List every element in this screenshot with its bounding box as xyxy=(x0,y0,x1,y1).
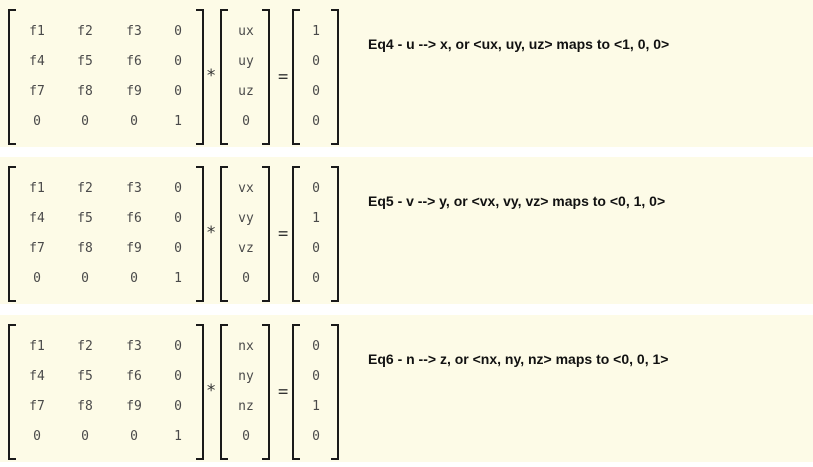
matrix-cell: f4 xyxy=(29,54,45,69)
input-vector: ux uy uz 0 xyxy=(220,9,270,145)
vector-cell: uy xyxy=(238,54,254,69)
matrix-cell: 0 xyxy=(174,369,182,384)
vector-cell: 0 xyxy=(242,429,250,444)
matrix-cell: f2 xyxy=(77,24,93,39)
matrix-cell: 0 xyxy=(130,429,138,444)
matrix-cell: f7 xyxy=(29,84,45,99)
matrix-cell: f3 xyxy=(126,339,142,354)
input-vector: vx vy vz 0 xyxy=(220,166,270,302)
matrix-cell: 0 xyxy=(81,429,89,444)
matrix-cell: 0 xyxy=(130,271,138,286)
equals-operator: = xyxy=(278,67,289,87)
matrix-cell: 0 xyxy=(174,339,182,354)
vector-cell: ny xyxy=(238,369,254,384)
matrix-cell: f2 xyxy=(77,339,93,354)
matrix-cell: f1 xyxy=(29,24,45,39)
vector-cell: 1 xyxy=(312,24,320,39)
matrix-cell: 1 xyxy=(174,114,182,129)
matrix-cell: f2 xyxy=(77,181,93,196)
vector-cell: nx xyxy=(238,339,254,354)
vector-cell: 0 xyxy=(242,271,250,286)
vector-cell: 1 xyxy=(312,399,320,414)
matrix-cell: f9 xyxy=(126,241,142,256)
matrix-cell: 0 xyxy=(174,399,182,414)
vector-cell: 0 xyxy=(312,339,320,354)
matrix-cell: 0 xyxy=(174,24,182,39)
matrix-cell: 0 xyxy=(174,54,182,69)
equation-label: Eq4 - u --> x, or <ux, uy, uz> maps to <… xyxy=(368,36,670,52)
matrix-cell: f9 xyxy=(126,84,142,99)
vector-cell: 1 xyxy=(312,211,320,226)
matrix-cell: 1 xyxy=(174,429,182,444)
result-vector: 0 1 0 0 xyxy=(292,166,339,302)
matrix-cell: 0 xyxy=(130,114,138,129)
matrix-cell: f1 xyxy=(29,181,45,196)
vector-cell: 0 xyxy=(312,369,320,384)
matrix-cell: 0 xyxy=(81,114,89,129)
vector-cell: 0 xyxy=(312,84,320,99)
multiply-operator: * xyxy=(206,223,217,243)
multiply-operator: * xyxy=(206,381,217,401)
matrix-cell: f6 xyxy=(126,54,142,69)
left-bracket xyxy=(8,9,16,145)
vector-cell: vx xyxy=(238,181,254,196)
matrix-cell: f6 xyxy=(126,211,142,226)
result-vector: 1 0 0 0 xyxy=(292,9,339,145)
transform-matrix: f1 f2 f3 0 f4 f5 f6 0 f7 f8 f9 0 0 0 0 1 xyxy=(8,166,204,302)
vector-cell: 0 xyxy=(242,114,250,129)
equation-label: Eq6 - n --> z, or <nx, ny, nz> maps to <… xyxy=(368,351,669,367)
matrix-cell: 0 xyxy=(174,181,182,196)
equation-label: Eq5 - v --> y, or <vx, vy, vz> maps to <… xyxy=(368,193,666,209)
vector-cell: 0 xyxy=(312,181,320,196)
matrix-cell: f1 xyxy=(29,339,45,354)
vector-cell: vy xyxy=(238,211,254,226)
matrix-cell: f5 xyxy=(77,54,93,69)
matrix-cell: f8 xyxy=(77,399,93,414)
matrix-cell: f7 xyxy=(29,241,45,256)
equation-panel: f1 f2 f3 0 f4 f5 f6 0 f7 f8 f9 0 0 0 0 1… xyxy=(0,157,813,304)
equation-panel: f1 f2 f3 0 f4 f5 f6 0 f7 f8 f9 0 0 0 0 1… xyxy=(0,0,813,147)
vector-cell: uz xyxy=(238,84,254,99)
input-vector: nx ny nz 0 xyxy=(220,324,270,460)
matrix-cell: 0 xyxy=(33,429,41,444)
vector-cell: 0 xyxy=(312,241,320,256)
vector-cell: 0 xyxy=(312,54,320,69)
matrix-cell: 0 xyxy=(174,211,182,226)
vector-cell: nz xyxy=(238,399,254,414)
matrix-cell: f8 xyxy=(77,241,93,256)
left-bracket xyxy=(8,166,16,302)
matrix-cell: f5 xyxy=(77,211,93,226)
matrix-cell: f3 xyxy=(126,181,142,196)
matrix-cell: 0 xyxy=(33,271,41,286)
vector-cell: vz xyxy=(238,241,254,256)
matrix-cell: f3 xyxy=(126,24,142,39)
matrix-cell: f5 xyxy=(77,369,93,384)
matrix-cell: 0 xyxy=(174,84,182,99)
result-vector: 0 0 1 0 xyxy=(292,324,339,460)
transform-matrix: f1 f2 f3 0 f4 f5 f6 0 f7 f8 f9 0 0 0 0 1 xyxy=(8,9,204,145)
vector-cell: 0 xyxy=(312,429,320,444)
matrix-cell: f9 xyxy=(126,399,142,414)
matrix-cell: 0 xyxy=(174,241,182,256)
vector-cell: 0 xyxy=(312,114,320,129)
left-bracket xyxy=(8,324,16,460)
matrix-cell: f4 xyxy=(29,211,45,226)
matrix-cell: 0 xyxy=(33,114,41,129)
matrix-cell: f4 xyxy=(29,369,45,384)
transform-matrix: f1 f2 f3 0 f4 f5 f6 0 f7 f8 f9 0 0 0 0 1 xyxy=(8,324,204,460)
vector-cell: ux xyxy=(238,24,254,39)
equals-operator: = xyxy=(278,382,289,402)
matrix-cell: 0 xyxy=(81,271,89,286)
multiply-operator: * xyxy=(206,66,217,86)
equals-operator: = xyxy=(278,224,289,244)
equation-panel: f1 f2 f3 0 f4 f5 f6 0 f7 f8 f9 0 0 0 0 1… xyxy=(0,315,813,462)
matrix-cell: 1 xyxy=(174,271,182,286)
matrix-cell: f7 xyxy=(29,399,45,414)
matrix-cell: f6 xyxy=(126,369,142,384)
vector-cell: 0 xyxy=(312,271,320,286)
matrix-cell: f8 xyxy=(77,84,93,99)
